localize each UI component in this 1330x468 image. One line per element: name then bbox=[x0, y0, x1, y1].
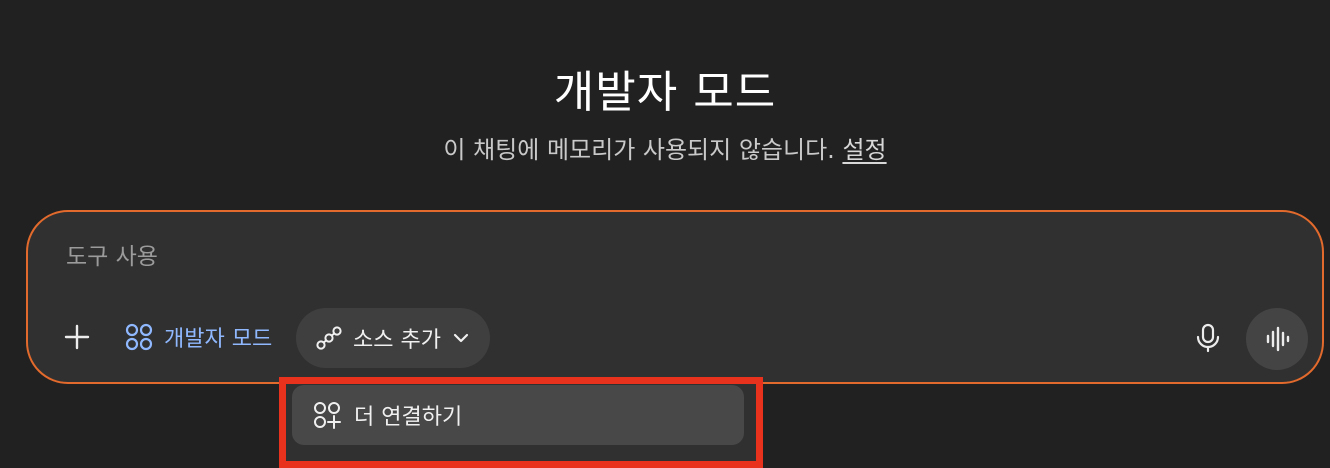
add-source-button[interactable]: 소스 추가 bbox=[296, 308, 490, 368]
developer-mode-button[interactable]: 개발자 모드 bbox=[124, 318, 272, 356]
apps-icon bbox=[125, 323, 153, 351]
page-title: 개발자 모드 bbox=[553, 67, 777, 118]
prompt-input[interactable] bbox=[66, 244, 1066, 270]
page-subtitle: 이 채팅에 메모리가 사용되지 않습니다. 설정 bbox=[0, 130, 1330, 165]
microphone-button[interactable] bbox=[1192, 322, 1224, 354]
voice-waveform-icon bbox=[1266, 326, 1290, 352]
chat-composer: 개발자 모드 소스 추가 bbox=[26, 210, 1324, 384]
page: 개발자 모드 이 채팅에 메모리가 사용되지 않습니다. 설정 개발자 모드 bbox=[0, 0, 1330, 468]
developer-mode-label: 개발자 모드 bbox=[164, 327, 273, 352]
settings-link[interactable]: 설정 bbox=[842, 136, 886, 164]
microphone-icon bbox=[1196, 323, 1220, 353]
memory-notice-text: 이 채팅에 메모리가 사용되지 않습니다. bbox=[443, 136, 843, 164]
highlight-box bbox=[279, 377, 763, 468]
voice-mode-button[interactable] bbox=[1246, 308, 1308, 370]
chevron-down-icon bbox=[453, 333, 469, 343]
add-button[interactable] bbox=[62, 322, 92, 352]
connection-icon bbox=[316, 326, 342, 350]
add-source-label: 소스 추가 bbox=[353, 328, 441, 353]
plus-icon bbox=[64, 324, 90, 350]
